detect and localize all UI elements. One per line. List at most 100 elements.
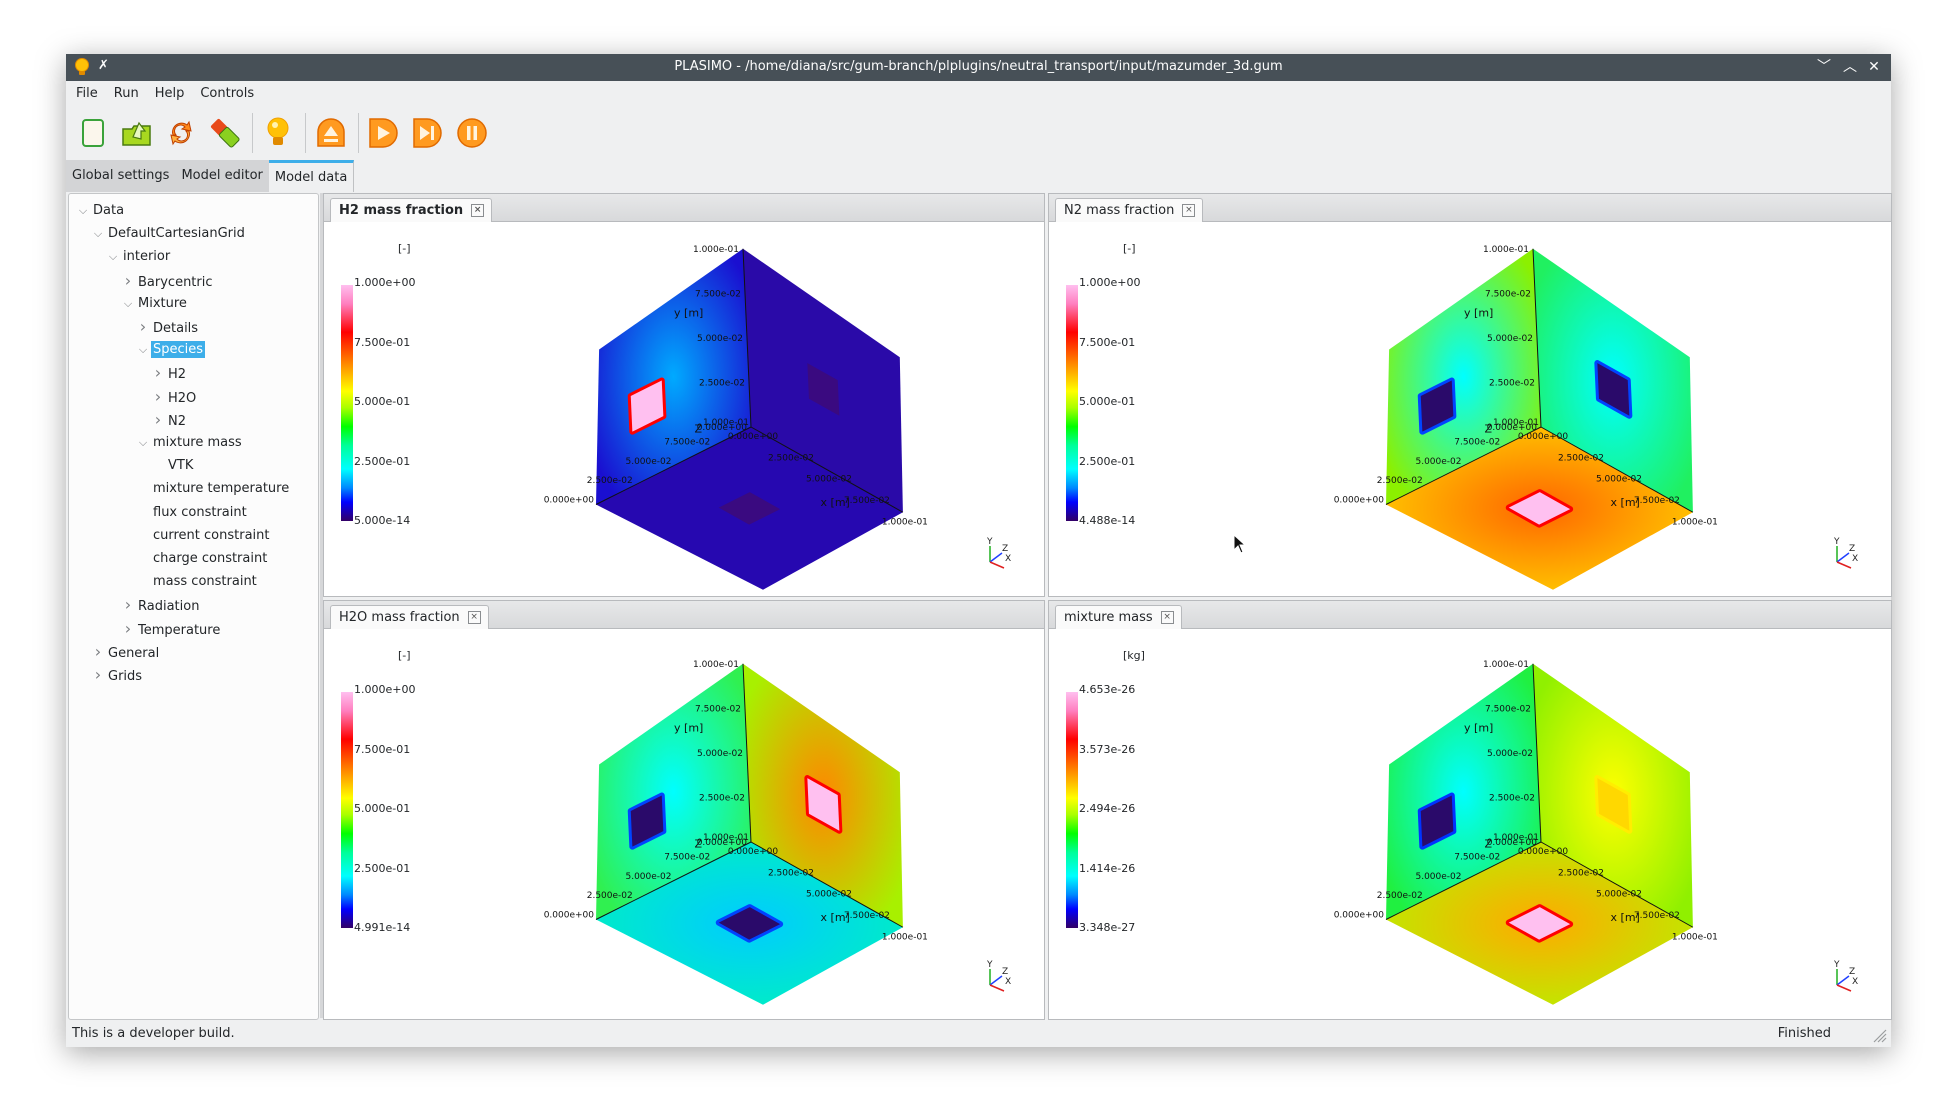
chevron-down-icon[interactable]: ⌵ bbox=[135, 339, 151, 361]
x-tick-label: 1.000e-01 bbox=[1672, 932, 1718, 942]
menu-help[interactable]: Help bbox=[147, 81, 193, 107]
tree-item[interactable]: ⌵ Species bbox=[135, 339, 206, 361]
tree-item[interactable]: › H2 bbox=[150, 362, 188, 384]
chevron-down-icon[interactable]: ⌵ bbox=[90, 223, 106, 245]
tree-item[interactable]: › N2 bbox=[150, 409, 188, 431]
close-tab-icon[interactable]: × bbox=[1160, 611, 1174, 624]
tree-item[interactable]: mixture temperature bbox=[135, 478, 291, 500]
tree-item-label: current constraint bbox=[153, 527, 270, 543]
y-tick-label: 5.000e-02 bbox=[1487, 749, 1533, 759]
tree-item[interactable]: charge constraint bbox=[135, 548, 269, 570]
x-tick-label: 5.000e-02 bbox=[806, 475, 852, 485]
tab-global-settings[interactable]: Global settings bbox=[66, 160, 176, 192]
pause-button[interactable] bbox=[453, 114, 491, 152]
z-tick-label: 1.000e-01 bbox=[1493, 833, 1539, 843]
panel-tab[interactable]: N2 mass fraction × bbox=[1055, 198, 1204, 222]
data-tree[interactable]: ⌵ Data ⌵ DefaultCartesianGrid ⌵ interior › Bary… bbox=[68, 193, 319, 1020]
z-tick-label: 7.500e-02 bbox=[664, 437, 710, 447]
z-axis-label: Z bbox=[1485, 837, 1493, 850]
chevron-right-icon[interactable]: › bbox=[120, 618, 136, 640]
menu-run[interactable]: Run bbox=[106, 81, 147, 107]
x-tick-label: 0.000e+00 bbox=[728, 432, 779, 442]
tree-item[interactable]: ⌵ Data bbox=[75, 200, 126, 222]
status-bar: This is a developer build. Finished bbox=[66, 1020, 1891, 1047]
panel-tab[interactable]: H2O mass fraction × bbox=[330, 605, 489, 629]
menu-file[interactable]: File bbox=[66, 81, 106, 107]
chevron-right-icon[interactable]: › bbox=[150, 409, 166, 431]
vtk-render-view[interactable]: [-] 1.000e+00 7.500e-01 5.000e-01 2.500e-01 4… bbox=[324, 629, 1044, 1019]
x-tick-label: 0.000e+00 bbox=[1518, 432, 1569, 442]
vtk-render-view[interactable]: [-] 1.000e+00 7.500e-01 5.000e-01 2.500e-01 4… bbox=[1049, 222, 1891, 596]
resize-grip-icon[interactable] bbox=[1871, 1027, 1887, 1043]
tab-model-data[interactable]: Model data bbox=[268, 160, 355, 192]
chevron-right-icon[interactable]: › bbox=[90, 641, 106, 663]
tree-item[interactable]: current constraint bbox=[135, 525, 272, 547]
x-tick-label: 1.000e-01 bbox=[882, 517, 928, 527]
save-usb-button[interactable] bbox=[206, 114, 244, 152]
menu-controls[interactable]: Controls bbox=[192, 81, 262, 107]
tree-item[interactable]: ⌵ interior bbox=[105, 246, 172, 268]
tree-item[interactable]: › Temperature bbox=[120, 618, 222, 640]
open-folder-button[interactable] bbox=[118, 114, 156, 152]
y-tick-label: 2.500e-02 bbox=[699, 378, 745, 388]
chevron-right-icon[interactable]: › bbox=[150, 386, 166, 408]
tree-item[interactable]: › Radiation bbox=[120, 594, 201, 616]
tree-item[interactable]: flux constraint bbox=[135, 502, 249, 524]
svg-text:Z: Z bbox=[1002, 967, 1008, 977]
tree-item[interactable]: mass constraint bbox=[135, 571, 259, 593]
play-icon bbox=[369, 118, 398, 148]
chevron-right-icon[interactable]: › bbox=[135, 316, 151, 338]
x-tick-label: 2.500e-02 bbox=[1558, 868, 1604, 878]
step-button[interactable] bbox=[409, 114, 447, 152]
plot-panel-h2: H2 mass fraction × [-] 1.000e+00 7.500e-01 5.… bbox=[323, 193, 1045, 597]
chevron-down-icon[interactable]: ⌵ bbox=[120, 293, 136, 315]
chevron-right-icon[interactable]: › bbox=[150, 362, 166, 384]
y-axis-label: y [m] bbox=[674, 306, 703, 319]
y-tick-label: 1.000e-01 bbox=[1483, 660, 1529, 670]
chevron-right-icon[interactable]: › bbox=[120, 594, 136, 616]
chevron-down-icon[interactable]: ⌵ bbox=[135, 432, 151, 454]
tree-item[interactable]: VTK bbox=[150, 455, 195, 477]
tree-item[interactable]: ⌵ mixture mass bbox=[135, 432, 244, 454]
title-bar[interactable]: ✗ PLASIMO - /home/diana/src/gum-branch/p… bbox=[66, 54, 1891, 81]
vtk-render-view[interactable]: [kg] 4.653e-26 3.573e-26 2.494e-26 1.414e-26… bbox=[1049, 629, 1891, 1019]
tree-item[interactable]: › Barycentric bbox=[120, 270, 215, 292]
tree-item-label: Radiation bbox=[138, 599, 200, 615]
window-title: PLASIMO - /home/diana/src/gum-branch/plp… bbox=[674, 59, 1283, 74]
new-document-button[interactable] bbox=[74, 114, 112, 152]
tree-item[interactable]: › Grids bbox=[90, 664, 144, 686]
z-tick-label: 0.000e+00 bbox=[1334, 496, 1385, 506]
chevron-right-icon[interactable]: › bbox=[120, 270, 136, 292]
hint-button[interactable] bbox=[259, 114, 297, 152]
close-icon[interactable]: ✕ bbox=[1865, 58, 1883, 76]
run-button[interactable] bbox=[365, 114, 403, 152]
chevron-right-icon[interactable]: › bbox=[90, 664, 106, 686]
panel-tab-bar: N2 mass fraction × bbox=[1049, 194, 1891, 222]
close-tab-icon[interactable]: × bbox=[467, 611, 481, 624]
reload-button[interactable] bbox=[162, 114, 200, 152]
z-tick-label: 5.000e-02 bbox=[625, 457, 671, 467]
z-tick-label: 0.000e+00 bbox=[1334, 911, 1385, 921]
tab-model-editor[interactable]: Model editor bbox=[175, 160, 269, 192]
z-tick-label: 0.000e+00 bbox=[544, 496, 595, 506]
chevron-down-icon[interactable]: ⌵ bbox=[75, 200, 91, 222]
tree-item[interactable]: ⌵ DefaultCartesianGrid bbox=[90, 223, 247, 245]
tree-item[interactable]: › General bbox=[90, 641, 161, 663]
plot-panel-n2: N2 mass fraction × [-] 1.000e+00 7.500e-01 5.… bbox=[1048, 193, 1892, 597]
y-tick-label: 5.000e-02 bbox=[697, 749, 743, 759]
panel-tab[interactable]: H2 mass fraction × bbox=[330, 198, 493, 222]
eject-icon bbox=[317, 118, 345, 147]
panel-tab[interactable]: mixture mass × bbox=[1055, 605, 1182, 629]
tree-item[interactable]: ⌵ Mixture bbox=[120, 293, 189, 315]
eject-button[interactable] bbox=[312, 114, 350, 152]
vtk-render-view[interactable]: [-] 1.000e+00 7.500e-01 5.000e-01 2.500e-01 5… bbox=[324, 222, 1044, 596]
close-tab-icon[interactable]: × bbox=[471, 204, 485, 217]
maximize-icon[interactable]: ︿ bbox=[1841, 58, 1859, 76]
tree-item[interactable]: › Details bbox=[135, 316, 200, 338]
minimize-icon[interactable]: ﹀ bbox=[1815, 58, 1833, 76]
close-tab-icon[interactable]: × bbox=[1182, 204, 1196, 217]
chevron-down-icon[interactable]: ⌵ bbox=[105, 246, 121, 268]
orientation-triad-icon: YZX bbox=[986, 960, 1011, 992]
tree-item[interactable]: › H2O bbox=[150, 386, 198, 408]
z-tick-label: 2.500e-02 bbox=[587, 476, 633, 486]
